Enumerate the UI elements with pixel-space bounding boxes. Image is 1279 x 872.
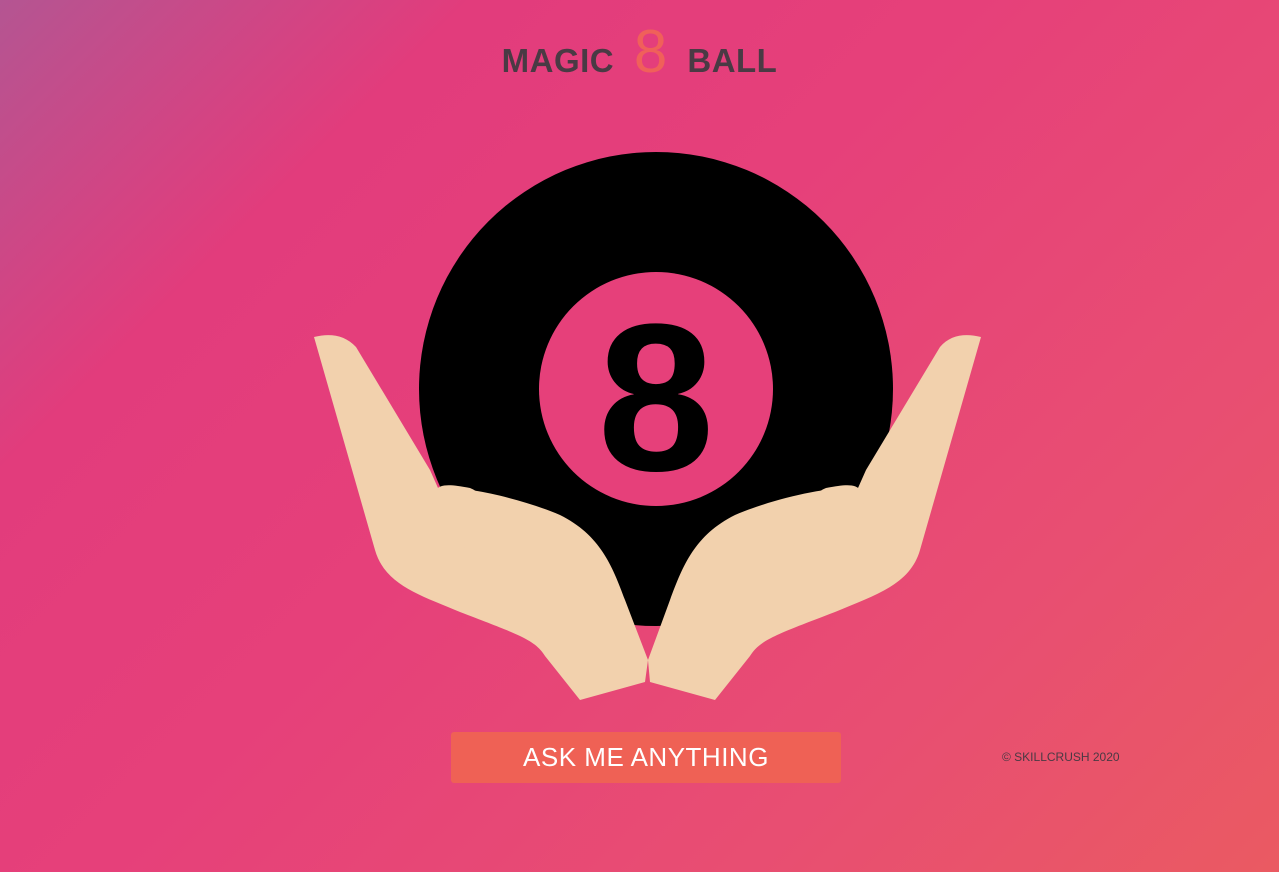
ball-number: 8 [598,280,715,515]
title-magic: MAGIC [501,42,615,79]
title-ball: BALL [687,42,778,79]
ask-me-anything-button[interactable]: ASK ME ANYTHING [451,732,841,783]
title-eight: 8 [633,18,668,85]
magic-8-ball-illustration[interactable]: 8 [300,140,1000,720]
page-title: MAGIC 8 BALL [0,22,1279,82]
copyright-text: © SKILLCRUSH 2020 [1002,750,1120,764]
